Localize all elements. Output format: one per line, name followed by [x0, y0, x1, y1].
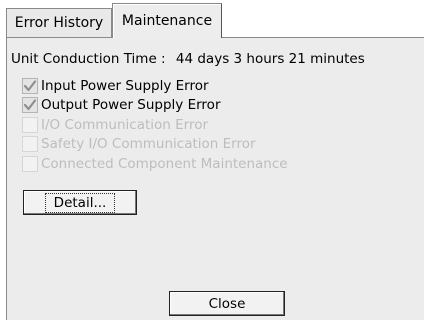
checkbox-box: [22, 136, 38, 152]
conduction-label: Unit Conduction Time :: [11, 51, 166, 67]
close-button-label: Close: [208, 295, 246, 312]
tab-error-history-label: Error History: [14, 15, 104, 31]
checkbox-label: Connected Component Maintenance: [41, 156, 288, 172]
tab-bar: Error History Maintenance: [0, 0, 424, 38]
checkbox-label: Output Power Supply Error: [41, 97, 221, 113]
tab-maintenance[interactable]: Maintenance: [112, 3, 222, 38]
checkbox-box: [22, 156, 38, 172]
checkbox-io-communication-error: I/O Communication Error: [22, 115, 208, 135]
maintenance-panel: Unit Conduction Time : 44 days 3 hours 2…: [6, 37, 424, 320]
checkbox-label: Safety I/O Communication Error: [41, 136, 256, 152]
checkbox-label: Input Power Supply Error: [41, 78, 209, 94]
checkbox-box[interactable]: [22, 78, 38, 94]
checkbox-input-power-supply-error[interactable]: Input Power Supply Error: [22, 76, 209, 96]
checkbox-output-power-supply-error[interactable]: Output Power Supply Error: [22, 95, 221, 115]
checkmark-icon: [23, 80, 37, 92]
conduction-value: 44 days 3 hours 21 minutes: [175, 51, 365, 67]
checkbox-box[interactable]: [22, 97, 38, 113]
checkmark-icon: [23, 99, 37, 111]
close-button[interactable]: Close: [169, 291, 285, 316]
checkbox-label: I/O Communication Error: [41, 117, 209, 133]
detail-button-label: Detail...: [44, 192, 116, 213]
checkbox-connected-component-maintenance: Connected Component Maintenance: [22, 154, 288, 174]
detail-button[interactable]: Detail...: [23, 190, 137, 215]
maintenance-window: Error History Maintenance Unit Conductio…: [0, 0, 424, 320]
tab-error-history[interactable]: Error History: [6, 8, 112, 37]
checkbox-safety-io-communication-error: Safety I/O Communication Error: [22, 134, 256, 154]
checkbox-box: [22, 117, 38, 133]
tab-maintenance-label: Maintenance: [121, 13, 213, 29]
unit-conduction-time: Unit Conduction Time : 44 days 3 hours 2…: [11, 51, 365, 67]
